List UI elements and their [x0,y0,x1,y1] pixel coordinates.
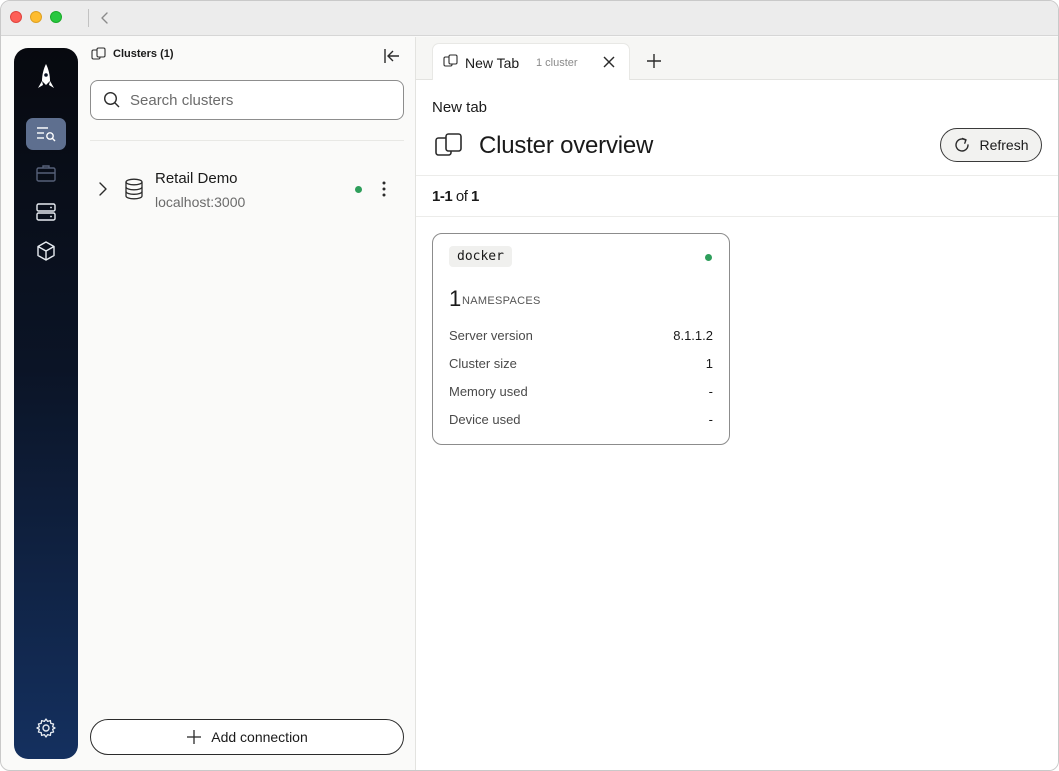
cube-icon [37,241,55,261]
close-window-button[interactable] [10,11,22,23]
back-button[interactable] [98,10,112,26]
stat-value: - [708,412,713,427]
stat-label: Server version [449,328,533,343]
search-clusters-box[interactable] [90,80,404,120]
tab-title: New Tab [465,55,520,71]
cluster-card-name: docker [449,246,512,267]
tab-bar: New Tab 1 cluster [416,37,1058,80]
stat-value: 1 [705,356,713,371]
navigation-rail [14,48,78,759]
panel-divider [90,140,404,141]
clusters-icon [435,133,462,156]
collapse-left-icon [384,49,399,63]
more-vertical-icon[interactable] [377,180,391,198]
rail-query-explorer-button[interactable] [26,118,66,150]
search-icon [103,91,120,108]
cluster-card[interactable]: docker 1 NAMESPACES Server version 8.1.1… [432,233,730,445]
rail-settings-button[interactable] [26,712,66,744]
cluster-list-item[interactable]: Retail Demo localhost:3000 [90,163,404,217]
status-indicator [705,254,712,261]
app-window: Clusters (1) Retail [0,0,1059,771]
rail-server-button[interactable] [26,196,66,228]
clusters-panel: Clusters (1) Retail [79,37,416,770]
card-stat-row: Device used - [449,412,713,430]
clusters-panel-header: Clusters (1) [91,47,174,61]
namespaces-label: NAMESPACES [462,295,541,307]
chevron-left-icon [101,12,108,24]
add-connection-label: Add connection [211,729,308,745]
refresh-label: Refresh [979,137,1029,153]
tab-subtitle: 1 cluster [536,57,578,69]
card-stat-row: Memory used - [449,384,713,402]
result-of: of [455,188,468,205]
database-icon [125,178,143,200]
logo [26,62,66,94]
card-stat-row: Cluster size 1 [449,356,713,374]
stat-label: Memory used [449,384,528,399]
refresh-button[interactable]: Refresh [940,128,1042,162]
header-divider [416,175,1058,176]
breadcrumb: New tab [432,99,488,116]
list-search-icon [37,127,56,142]
count-divider [416,216,1058,217]
stat-label: Device used [449,412,521,427]
add-connection-button[interactable]: Add connection [90,719,404,755]
namespaces-count: 1 [449,286,462,311]
card-stat-row: Server version 8.1.1.2 [449,328,713,346]
rail-briefcase-button[interactable] [26,157,66,189]
briefcase-icon [36,165,56,182]
close-icon[interactable] [602,55,616,69]
server-icon [36,203,56,221]
tab-new-tab[interactable]: New Tab 1 cluster [432,43,630,80]
search-clusters-input[interactable] [130,91,380,109]
status-indicator [355,186,362,193]
rocket-icon [38,64,54,88]
plus-icon [187,730,202,744]
result-range: 1-1 [432,188,453,205]
result-count: 1-1 of 1 [432,188,479,205]
stat-value: - [708,384,713,399]
rail-cube-button[interactable] [26,235,66,267]
clusters-icon [443,54,458,67]
stat-label: Cluster size [449,356,517,371]
collapse-panel-button[interactable] [383,47,401,65]
cluster-host: localhost:3000 [155,194,246,210]
clusters-panel-title: Clusters (1) [113,48,174,60]
refresh-icon [955,137,970,152]
clusters-icon [91,47,106,60]
title-bar [1,1,1058,36]
zoom-window-button[interactable] [50,11,62,23]
cluster-name: Retail Demo [155,170,238,187]
minimize-window-button[interactable] [30,11,42,23]
titlebar-divider [88,9,89,27]
stat-value: 8.1.1.2 [673,328,713,343]
page-title: Cluster overview [479,132,654,159]
chevron-right-icon[interactable] [98,181,108,197]
new-tab-plus-icon[interactable] [646,53,662,69]
gear-icon [36,718,56,738]
main-content: New Tab 1 cluster New tab Cluster overvi… [416,37,1058,770]
result-total: 1 [471,188,479,205]
